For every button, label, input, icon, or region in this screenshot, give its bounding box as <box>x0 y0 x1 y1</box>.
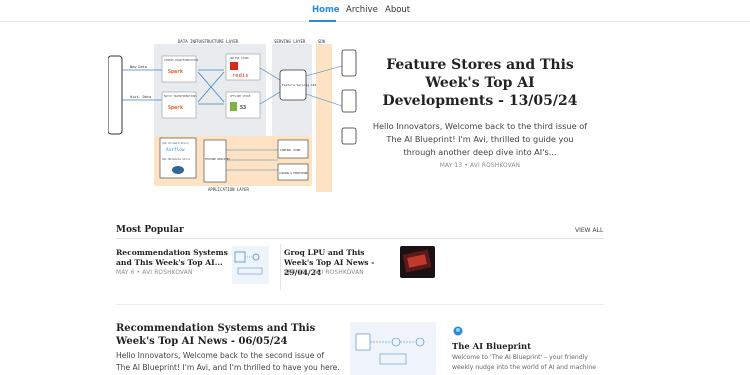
active-tab-indicator <box>309 20 336 22</box>
hero-subtitle: Hello Innovators, Welcome back to the th… <box>372 121 588 157</box>
registry-label: FEATURE REGISTRY <box>205 157 230 161</box>
sdk-label: SDK <box>318 39 326 44</box>
hero-image[interactable]: DATA INFRASTRUCTURE LAYER SERVING LAYER … <box>107 36 358 192</box>
most-popular-heading: Most Popular <box>116 225 184 235</box>
top-nav: Home Archive About <box>0 0 750 22</box>
s3-logo: S3 <box>240 105 246 111</box>
hist-data-label: Hist. Data <box>130 95 151 99</box>
online-store-label: ONLINE STORE <box>230 56 249 60</box>
post-title[interactable]: Recommendation Systems and This Week's T… <box>116 322 336 348</box>
section-divider-2 <box>116 304 604 305</box>
logging-label: LOGGING & MONITORING <box>279 172 308 175</box>
popular-divider <box>280 244 281 290</box>
popular-item-1-title[interactable]: Recommendation Systems and This Week's T… <box>116 248 228 268</box>
airflow-logo: Airflow <box>166 147 185 153</box>
hero-meta: MAY 13 • AVI ROSHKOVAN <box>439 163 521 169</box>
section-divider <box>116 238 604 239</box>
hero-title[interactable]: Feature Stores and This Week's Top AI De… <box>378 56 582 110</box>
blueprint-logo-icon <box>453 321 463 336</box>
control-label: CONTROL PANE <box>280 148 301 152</box>
popular-item-1-meta: MAY 6 • AVI ROSHKOVAN <box>116 270 193 276</box>
job-label: Job Orchestration <box>162 141 189 145</box>
post-subtitle: Hello Innovators, Welcome back to the se… <box>116 351 340 372</box>
offline-store-label: OFFLINE STORE <box>230 94 251 98</box>
app-label: APPLICATION LAYER <box>208 187 250 192</box>
popular-item-2-thumbnail[interactable] <box>400 246 435 278</box>
publication-title[interactable]: The AI Blueprint <box>452 341 531 351</box>
popular-item-1-thumbnail[interactable] <box>232 246 269 284</box>
popular-item-2-meta: APR 29 • AVI ROSHKOVAN <box>284 270 364 276</box>
batch-label: BATCH TRANSFORMATIONS <box>164 94 197 98</box>
data-infra-label: DATA INFRASTRUCTURE LAYER <box>178 39 239 44</box>
view-all-link[interactable]: VIEW ALL <box>575 227 603 234</box>
redis-logo: redis <box>232 73 249 79</box>
new-data-label: New Data <box>130 65 147 69</box>
tab-archive[interactable]: Archive <box>346 5 378 15</box>
tab-home[interactable]: Home <box>312 5 340 15</box>
post-thumbnail[interactable] <box>350 322 436 375</box>
serving-api-label: Feature Serving API <box>282 83 317 87</box>
spark-logo-1: Spark <box>168 69 183 75</box>
spark-logo-2: Spark <box>168 105 183 111</box>
publication-description: Welcome to 'The AI Blueprint' – your fri… <box>452 354 596 371</box>
sql-label: SQL Metadata Store <box>162 157 191 161</box>
stream-label: STREAM TRANSFORMATIONS <box>164 58 199 62</box>
serving-label: SERVING LAYER <box>274 39 306 44</box>
tab-about[interactable]: About <box>385 5 410 15</box>
